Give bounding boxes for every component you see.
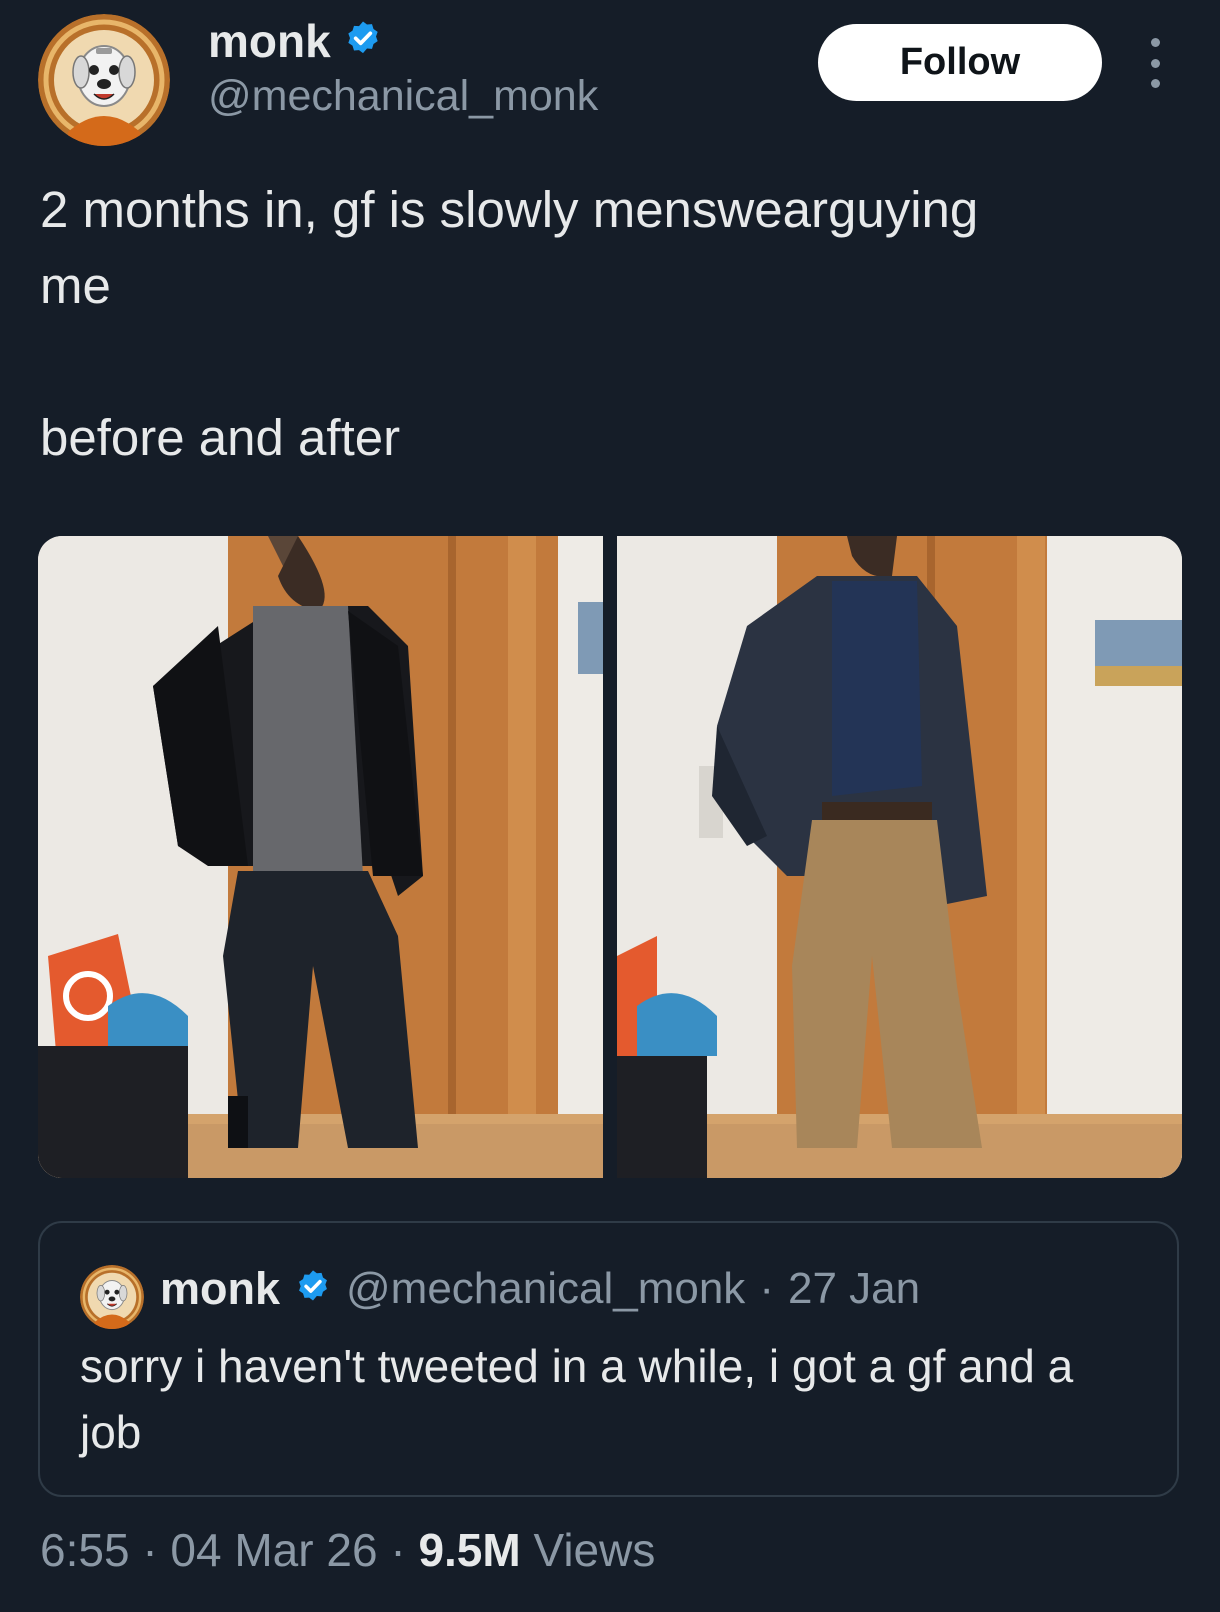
views-count: 9.5M: [418, 1524, 521, 1576]
author-name-row[interactable]: monk: [208, 14, 383, 68]
quoted-tweet-header: monk @mechanical_monk · 27 Jan: [160, 1263, 920, 1315]
author-name[interactable]: monk: [208, 14, 331, 68]
author-handle[interactable]: @mechanical_monk: [208, 72, 598, 121]
tweet-time[interactable]: 6:55: [40, 1524, 130, 1576]
verified-badge-icon: [294, 1268, 332, 1311]
tweet-date[interactable]: 04 Mar 26: [170, 1524, 377, 1576]
follow-button[interactable]: Follow: [818, 24, 1102, 101]
quoted-author-avatar[interactable]: [80, 1265, 144, 1329]
quoted-tweet-card[interactable]: monk @mechanical_monk · 27 Jan sorry i h…: [38, 1221, 1179, 1497]
meta-separator: ·: [390, 1524, 406, 1576]
media-image-before[interactable]: [38, 536, 603, 1178]
media-image-after[interactable]: [617, 536, 1182, 1178]
quoted-separator: ·: [759, 1264, 774, 1313]
quoted-tweet-text: sorry i haven't tweeted in a while, i go…: [80, 1340, 1074, 1458]
tweet-meta: 6:55 · 04 Mar 26 · 9.5M Views: [40, 1523, 655, 1577]
views-label: Views: [533, 1524, 656, 1576]
quoted-tweet-date[interactable]: 27 Jan: [788, 1264, 920, 1314]
quoted-author-name[interactable]: monk: [160, 1263, 280, 1315]
tweet-text: 2 months in, gf is slowly menswearguying…: [40, 181, 979, 466]
more-options-icon[interactable]: [1140, 38, 1170, 88]
quoted-author-handle[interactable]: @mechanical_monk: [346, 1264, 745, 1314]
verified-badge-icon: [343, 19, 383, 64]
author-avatar[interactable]: [38, 14, 170, 146]
meta-separator: ·: [142, 1524, 158, 1576]
